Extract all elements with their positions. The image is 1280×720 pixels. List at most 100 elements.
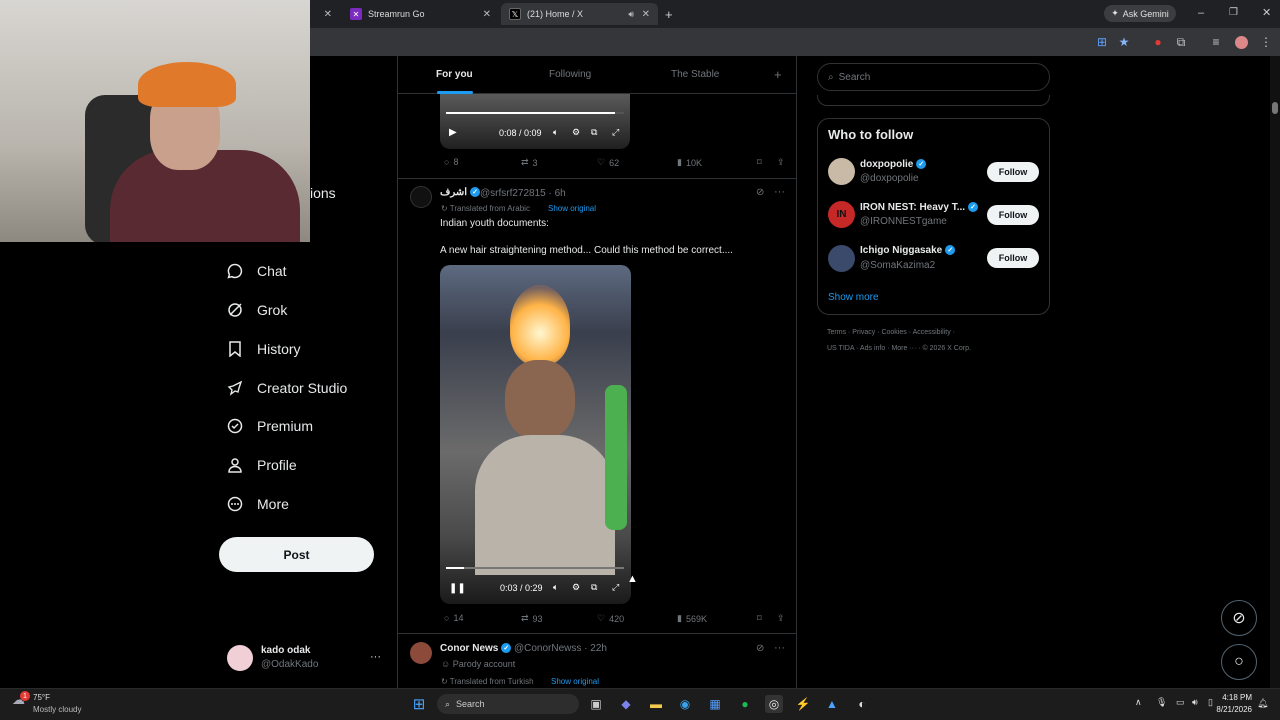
volume-icon[interactable]: 🔈︎ — [553, 127, 558, 138]
suggestion-avatar[interactable] — [828, 158, 855, 185]
messages-float-button[interactable]: ○ — [1221, 644, 1257, 680]
settings-icon[interactable]: ⚙ — [572, 582, 580, 593]
speaker-icon[interactable]: 🔊︎ — [628, 9, 634, 20]
bookmark-star-icon[interactable]: ★ — [1116, 34, 1132, 50]
volume-icon[interactable]: 🔈︎ — [553, 582, 558, 593]
post-button[interactable]: Post — [219, 537, 374, 572]
search-input[interactable]: ⌕ Search — [817, 63, 1050, 91]
close-tab-icon[interactable]: ✕ — [483, 9, 491, 20]
media-control-icon[interactable]: ≡ — [1208, 34, 1224, 50]
tab-streamrun[interactable]: ✕ Streamrun Go ✕ — [342, 3, 499, 25]
new-tab-icon[interactable]: + — [665, 7, 673, 22]
footer-links-line2[interactable]: US TIDA · Ads info · More ··· · © 2026 X… — [827, 345, 971, 352]
show-more-link[interactable]: Show more — [828, 292, 879, 303]
chrome-icon[interactable]: ◎ — [765, 695, 783, 713]
close-tab-icon[interactable]: ✕ — [642, 9, 650, 20]
reply-action[interactable]: ○ 14 — [440, 613, 463, 623]
post-author[interactable]: اشرف ✓ — [440, 187, 481, 198]
spotify-icon[interactable]: ● — [736, 695, 754, 713]
post-more-icon[interactable]: ··· — [774, 642, 785, 654]
tray-overflow-icon[interactable]: ∧ — [1135, 697, 1142, 708]
sidebar-item-creator-studio[interactable]: Creator Studio — [226, 376, 347, 400]
reply-action[interactable]: ○ 8 — [440, 157, 458, 167]
top-video-player[interactable] — [440, 94, 630, 149]
add-tab-icon[interactable]: + — [774, 67, 782, 82]
share-action[interactable]: ⇪ — [773, 157, 785, 168]
follow-button[interactable]: Follow — [987, 205, 1039, 225]
like-action[interactable]: ♡ 420 — [593, 613, 624, 624]
extension-red-icon[interactable]: ● — [1150, 34, 1166, 50]
fullscreen-icon[interactable]: ⤢ — [612, 582, 619, 593]
clock-date[interactable]: 8/21/2026 — [1210, 705, 1252, 714]
app-obs-icon[interactable]: ◐ — [853, 695, 871, 713]
tab-following[interactable]: Following — [549, 69, 591, 80]
views-action[interactable]: ▮ 10K — [673, 157, 702, 168]
teams-icon[interactable]: ◆ — [617, 695, 635, 713]
pip-icon[interactable]: ⧉ — [591, 582, 597, 593]
app-photos-icon[interactable]: ▲ — [823, 695, 841, 713]
settings-icon[interactable]: ⚙ — [572, 127, 580, 138]
tab-x-home[interactable]: 𝕏 (21) Home / X 🔊︎ ✕ — [501, 3, 658, 25]
profile-avatar-icon[interactable] — [1233, 34, 1249, 50]
suggestion-avatar[interactable] — [828, 245, 855, 272]
grok-post-icon[interactable]: ⊘ — [756, 643, 764, 654]
minimize-icon[interactable]: – — [1198, 7, 1204, 19]
suggestion-avatar[interactable]: IN — [828, 201, 855, 228]
browser-menu-icon[interactable]: ⋮ — [1258, 34, 1274, 50]
weather-desc[interactable]: Mostly cloudy — [33, 705, 81, 714]
install-app-icon[interactable]: ⊞ — [1094, 34, 1110, 50]
sidebar-partial-label[interactable]: ions — [310, 185, 336, 201]
close-window-icon[interactable]: ✕ — [1262, 6, 1271, 19]
account-avatar[interactable] — [227, 645, 253, 671]
fullscreen-icon[interactable]: ⤢ — [612, 127, 619, 138]
sidebar-item-premium[interactable]: Premium — [226, 414, 313, 438]
post-author[interactable]: Conor News ✓ — [440, 643, 512, 654]
post-avatar[interactable] — [410, 186, 432, 208]
show-original-link[interactable]: Show original — [548, 204, 596, 213]
play-icon[interactable]: ▶ — [449, 127, 457, 138]
grok-post-icon[interactable]: ⊘ — [756, 187, 764, 198]
notifications-bell-icon[interactable]: 🔔︎ — [1257, 698, 1268, 709]
like-action[interactable]: ♡ 62 — [593, 157, 619, 168]
post-avatar[interactable] — [410, 642, 432, 664]
footer-links-line1[interactable]: Terms · Privacy · Cookies · Accessibilit… — [827, 329, 955, 336]
app-lightning-icon[interactable]: ⚡ — [794, 695, 812, 713]
task-view-icon[interactable]: ▣ — [587, 695, 605, 713]
suggestion-name[interactable]: Ichigo Niggasake ✓ — [860, 245, 956, 256]
microphone-icon[interactable]: 🎙︎ — [1156, 697, 1167, 708]
pause-icon[interactable]: ❚❚ — [449, 583, 466, 594]
views-action[interactable]: ▮ 569K — [673, 613, 707, 624]
pip-icon[interactable]: ⧉ — [591, 127, 597, 138]
sidebar-item-history[interactable]: History — [226, 337, 301, 361]
post-video-player[interactable] — [440, 265, 631, 604]
extensions-icon[interactable]: ⧉ — [1173, 34, 1189, 50]
bookmark-action[interactable]: ⌑ — [753, 157, 762, 168]
grok-float-button[interactable]: ⊘ — [1221, 600, 1257, 636]
suggestion-name[interactable]: doxpopolie ✓ — [860, 159, 927, 170]
network-icon[interactable]: ▭ — [1176, 697, 1185, 708]
repost-action[interactable]: ⇄ 93 — [517, 613, 543, 624]
file-explorer-icon[interactable]: ▬ — [647, 695, 665, 713]
bookmark-action[interactable]: ⌑ — [753, 613, 762, 624]
suggestion-name[interactable]: IRON NEST: Heavy T... ✓ — [860, 202, 979, 213]
clock-time[interactable]: 4:18 PM — [1214, 693, 1252, 702]
follow-button[interactable]: Follow — [987, 162, 1039, 182]
weather-temp[interactable]: 75°F — [33, 693, 50, 702]
tab-for-you[interactable]: For you — [436, 69, 473, 80]
sidebar-item-profile[interactable]: Profile — [226, 453, 297, 477]
windows-start-icon[interactable]: ⊞ — [410, 695, 428, 713]
post-video-progress-track[interactable] — [446, 567, 624, 569]
volume-tray-icon[interactable]: 🔊︎ — [1192, 697, 1198, 708]
edge-icon[interactable]: ◉ — [676, 695, 694, 713]
share-action[interactable]: ⇪ — [773, 613, 785, 624]
close-tab-icon[interactable]: ✕ — [324, 9, 332, 20]
ask-gemini-button[interactable]: ✦ Ask Gemini — [1104, 5, 1176, 22]
sidebar-item-grok[interactable]: Grok — [226, 298, 287, 322]
tab-the-stable[interactable]: The Stable — [671, 69, 719, 80]
show-original-link[interactable]: Show original — [551, 677, 599, 686]
sidebar-item-chat[interactable]: Chat — [226, 259, 287, 283]
store-icon[interactable]: ▦ — [706, 695, 724, 713]
account-menu-icon[interactable]: ··· — [370, 651, 381, 663]
repost-action[interactable]: ⇄ 3 — [517, 157, 538, 168]
scrollbar-thumb[interactable] — [1272, 102, 1278, 114]
